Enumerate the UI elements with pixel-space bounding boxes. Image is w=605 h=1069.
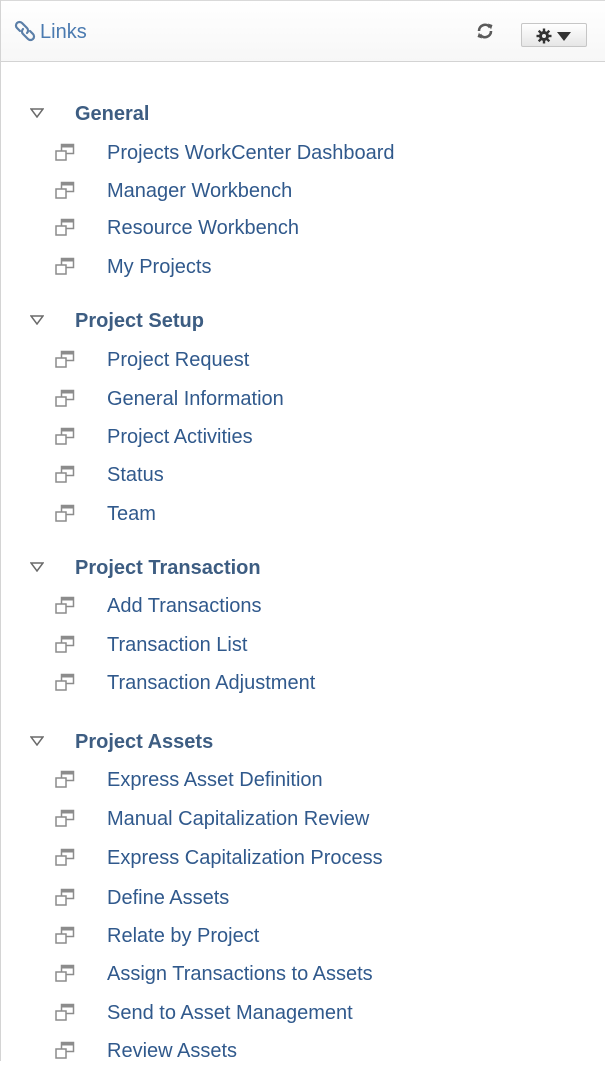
new-window-icon <box>55 218 75 236</box>
link-label[interactable]: Status <box>107 461 164 489</box>
new-window-icon <box>55 926 75 944</box>
link-item-define-assets[interactable]: Define Assets <box>1 884 605 916</box>
group-header-project-assets[interactable]: Project Assets <box>1 728 605 758</box>
link-label[interactable]: Manual Capitalization Review <box>107 805 369 833</box>
group-title: Project Transaction <box>75 557 261 579</box>
link-label[interactable]: Assign Transactions to Assets <box>107 960 373 988</box>
link-label[interactable]: Transaction Adjustment <box>107 669 315 697</box>
group-title: Project Assets <box>75 731 214 753</box>
new-window-icon <box>55 888 75 906</box>
new-window-icon <box>55 1041 75 1059</box>
new-window-icon <box>55 143 75 161</box>
new-window-icon <box>55 350 75 368</box>
link-label[interactable]: Project Request <box>107 346 249 374</box>
refresh-icon[interactable] <box>474 20 496 42</box>
link-item-relate-by-project[interactable]: Relate by Project <box>1 922 605 954</box>
link-label[interactable]: Resource Workbench <box>107 214 299 242</box>
link-label[interactable]: Define Assets <box>107 884 229 912</box>
gear-icon <box>536 28 552 44</box>
link-item-manager-workbench[interactable]: Manager Workbench <box>1 177 605 209</box>
collapse-triangle-icon[interactable] <box>30 736 44 746</box>
new-window-icon <box>55 596 75 614</box>
new-window-icon <box>55 964 75 982</box>
collapse-triangle-icon[interactable] <box>30 315 44 325</box>
link-item-add-transactions[interactable]: Add Transactions <box>1 592 605 624</box>
new-window-icon <box>55 770 75 788</box>
pagelet-title: Links <box>40 21 87 43</box>
link-item-resource-workbench[interactable]: Resource Workbench <box>1 214 605 246</box>
collapse-triangle-icon[interactable] <box>30 562 44 572</box>
link-label[interactable]: Projects WorkCenter Dashboard <box>107 139 395 167</box>
group-title: Project Setup <box>75 310 204 332</box>
group-title: General <box>75 103 150 125</box>
new-window-icon <box>55 673 75 691</box>
paperclip-link-icon <box>14 20 36 42</box>
link-item-team[interactable]: Team <box>1 500 605 532</box>
link-label[interactable]: Project Activities <box>107 423 253 451</box>
new-window-icon <box>55 809 75 827</box>
link-item-manual-capitalization-review[interactable]: Manual Capitalization Review <box>1 805 605 837</box>
chevron-down-icon <box>557 32 571 41</box>
link-item-send-to-asset-management[interactable]: Send to Asset Management <box>1 999 605 1031</box>
link-item-general-information[interactable]: General Information <box>1 385 605 417</box>
new-window-icon <box>55 1003 75 1021</box>
new-window-icon <box>55 635 75 653</box>
collapse-triangle-icon[interactable] <box>30 108 44 118</box>
link-label[interactable]: Add Transactions <box>107 592 262 620</box>
link-label[interactable]: Manager Workbench <box>107 177 292 205</box>
new-window-icon <box>55 504 75 522</box>
link-item-status[interactable]: Status <box>1 461 605 493</box>
link-item-project-activities[interactable]: Project Activities <box>1 423 605 455</box>
link-label[interactable]: Transaction List <box>107 631 247 659</box>
group-header-project-transaction[interactable]: Project Transaction <box>1 554 605 584</box>
link-item-projects-workcenter-dashboard[interactable]: Projects WorkCenter Dashboard <box>1 139 605 171</box>
new-window-icon <box>55 389 75 407</box>
pagelet-actions-button[interactable] <box>521 23 587 47</box>
link-item-review-assets[interactable]: Review Assets <box>1 1037 605 1069</box>
link-item-transaction-adjustment[interactable]: Transaction Adjustment <box>1 669 605 701</box>
new-window-icon <box>55 465 75 483</box>
link-item-assign-transactions-to-assets[interactable]: Assign Transactions to Assets <box>1 960 605 992</box>
link-item-transaction-list[interactable]: Transaction List <box>1 631 605 663</box>
link-label[interactable]: General Information <box>107 385 284 413</box>
link-item-express-capitalization-process[interactable]: Express Capitalization Process <box>1 844 605 876</box>
new-window-icon <box>55 848 75 866</box>
link-label[interactable]: Team <box>107 500 156 528</box>
group-header-project-setup[interactable]: Project Setup <box>1 307 605 337</box>
link-label[interactable]: Express Asset Definition <box>107 766 323 794</box>
links-pagelet: Links General Projects WorkCenter Dashbo… <box>0 0 605 1062</box>
new-window-icon <box>55 257 75 275</box>
link-item-express-asset-definition[interactable]: Express Asset Definition <box>1 766 605 798</box>
new-window-icon <box>55 181 75 199</box>
group-header-general[interactable]: General <box>1 100 605 130</box>
pagelet-header: Links <box>1 0 605 62</box>
link-item-project-request[interactable]: Project Request <box>1 346 605 378</box>
link-label[interactable]: My Projects <box>107 253 211 281</box>
link-label[interactable]: Relate by Project <box>107 922 259 950</box>
new-window-icon <box>55 427 75 445</box>
link-label[interactable]: Express Capitalization Process <box>107 844 383 872</box>
link-item-my-projects[interactable]: My Projects <box>1 253 605 285</box>
link-label[interactable]: Send to Asset Management <box>107 999 353 1027</box>
